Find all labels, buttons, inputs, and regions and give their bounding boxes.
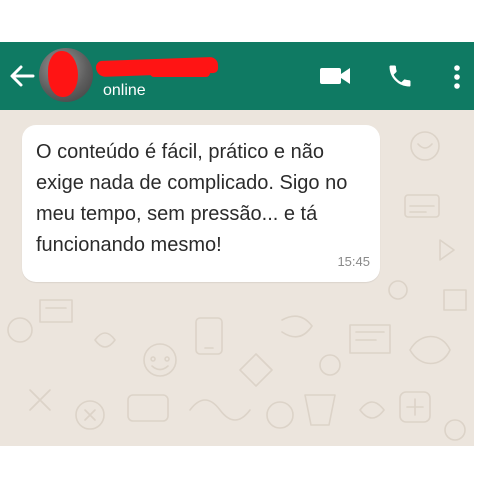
contact-name-redaction-stroke <box>150 69 210 77</box>
chat-header: online <box>0 42 474 110</box>
phone-icon[interactable] <box>386 62 414 90</box>
message-timestamp: 15:45 <box>337 254 370 269</box>
message-bubble[interactable]: O conteúdo é fácil, prático e não exige … <box>22 125 380 282</box>
chat-window: online O conteúdo é fácil, prático e não… <box>0 42 474 446</box>
video-camera-icon[interactable] <box>319 64 351 88</box>
message-text: O conteúdo é fácil, prático e não exige … <box>36 141 348 256</box>
contact-avatar[interactable] <box>39 48 93 102</box>
contact-status: online <box>103 82 146 99</box>
back-arrow-icon[interactable] <box>9 64 35 88</box>
avatar-redaction <box>48 51 78 97</box>
more-vertical-icon[interactable] <box>452 64 462 90</box>
